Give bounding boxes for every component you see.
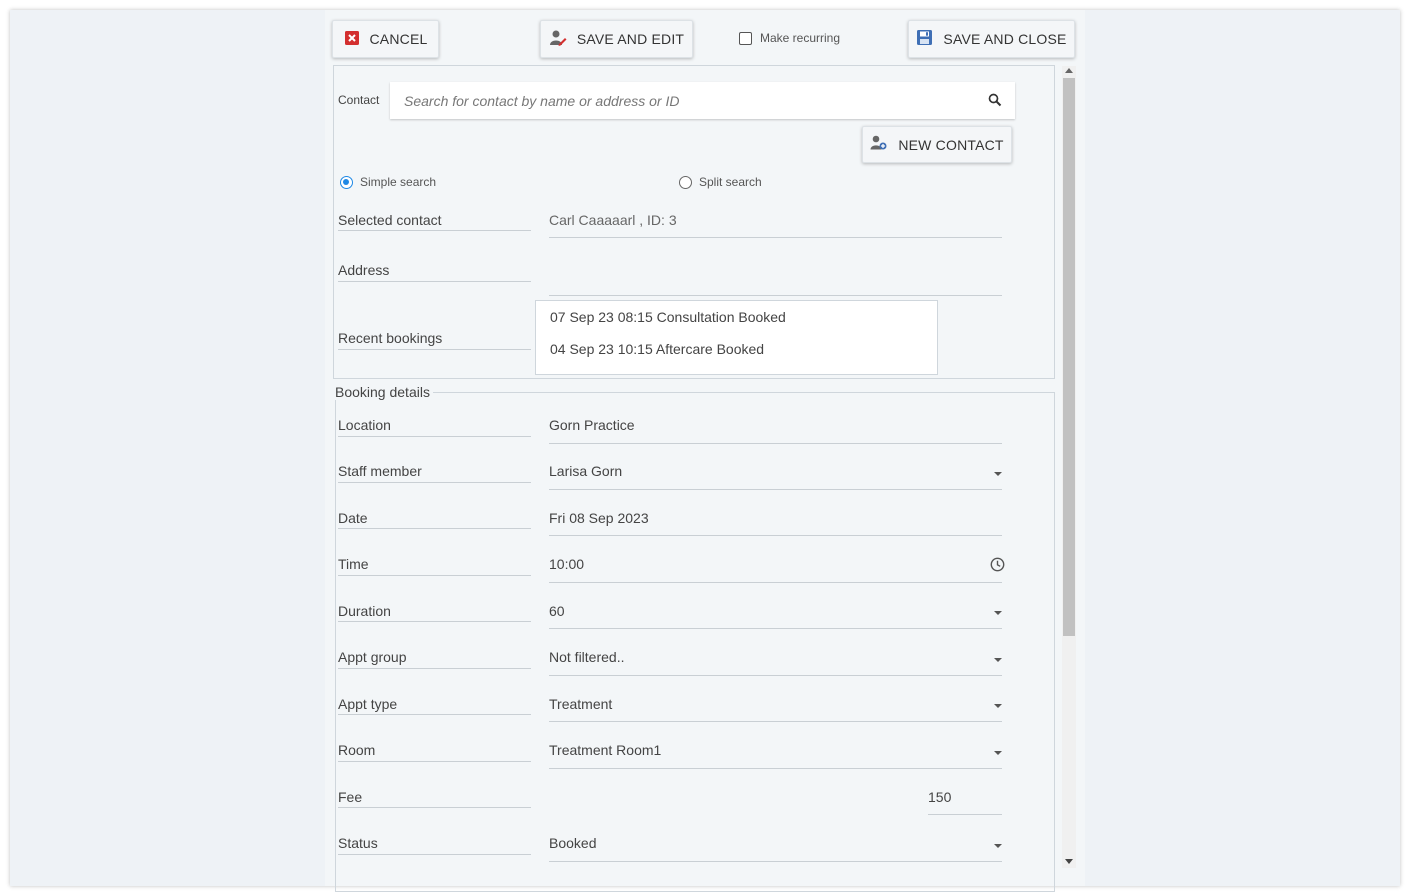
field-underline	[338, 807, 531, 808]
radio-unselected[interactable]	[679, 175, 692, 189]
radio-selected[interactable]	[340, 175, 353, 189]
split-search-radio[interactable]: Split search	[679, 175, 762, 189]
date-label: Date	[338, 510, 368, 526]
field-underline	[549, 295, 1002, 296]
field-underline	[338, 230, 531, 231]
field-underline	[338, 349, 531, 350]
scroll-up-icon[interactable]	[1065, 68, 1073, 73]
time-input[interactable]: 10:00	[549, 556, 584, 572]
user-edit-icon	[549, 29, 567, 50]
field-underline	[549, 443, 1002, 444]
floppy-disk-icon	[916, 29, 933, 49]
recent-bookings-list: 07 Sep 23 08:15 Consultation Booked 04 S…	[535, 300, 938, 375]
field-underline	[549, 535, 1002, 536]
list-item[interactable]: 04 Sep 23 10:15 Aftercare Booked	[550, 341, 764, 357]
duration-select[interactable]: 60	[549, 603, 565, 619]
recent-bookings-label: Recent bookings	[338, 330, 443, 346]
field-underline	[338, 621, 531, 622]
cancel-x-icon	[344, 30, 360, 49]
appt-group-label: Appt group	[338, 649, 407, 665]
status-select[interactable]: Booked	[549, 835, 596, 851]
contact-search-input[interactable]	[402, 90, 966, 112]
make-recurring-label: Make recurring	[760, 31, 841, 45]
scrollbar-thumb[interactable]	[1063, 78, 1075, 636]
field-underline	[549, 582, 1002, 583]
make-recurring-checkbox[interactable]: Make recurring	[739, 31, 840, 45]
split-search-label: Split search	[699, 175, 762, 189]
field-underline	[338, 436, 531, 437]
contact-search-box[interactable]	[390, 82, 1015, 119]
status-label: Status	[338, 835, 378, 851]
field-underline	[338, 714, 531, 715]
room-label: Room	[338, 742, 376, 758]
field-underline	[338, 281, 531, 282]
duration-label: Duration	[338, 603, 391, 619]
caret-down-icon[interactable]	[994, 751, 1002, 755]
save-and-edit-label: SAVE AND EDIT	[576, 31, 685, 47]
booking-details-fieldset	[335, 392, 1055, 892]
address-label: Address	[338, 262, 390, 278]
field-underline	[549, 768, 1002, 769]
fee-input[interactable]: 150	[928, 789, 951, 805]
appt-type-select[interactable]: Treatment	[549, 696, 612, 712]
fee-label: Fee	[338, 789, 363, 805]
cancel-label: CANCEL	[369, 31, 428, 47]
simple-search-radio[interactable]: Simple search	[340, 175, 436, 189]
room-select[interactable]: Treatment Room1	[549, 742, 661, 758]
booking-details-legend: Booking details	[335, 384, 433, 400]
selected-contact-value: Carl Caaaaarl , ID: 3	[549, 212, 677, 228]
appt-type-label: Appt type	[338, 696, 398, 712]
staff-member-select[interactable]: Larisa Gorn	[549, 463, 622, 479]
time-label: Time	[338, 556, 369, 572]
location-value: Gorn Practice	[549, 417, 635, 433]
field-underline	[338, 482, 531, 483]
field-underline	[928, 814, 1002, 815]
contact-label: Contact	[338, 93, 380, 107]
location-label: Location	[338, 417, 391, 433]
simple-search-label: Simple search	[360, 175, 437, 189]
caret-down-icon[interactable]	[994, 658, 1002, 662]
scroll-down-icon[interactable]	[1065, 859, 1073, 864]
date-input[interactable]: Fri 08 Sep 2023	[549, 510, 649, 526]
selected-contact-label: Selected contact	[338, 212, 442, 228]
caret-down-icon[interactable]	[994, 611, 1002, 615]
field-underline	[549, 237, 1002, 238]
new-contact-label: NEW CONTACT	[898, 136, 1004, 153]
field-underline	[549, 721, 1002, 722]
checkbox-box[interactable]	[739, 31, 752, 45]
save-and-edit-button[interactable]: SAVE AND EDIT	[540, 20, 693, 58]
save-and-close-button[interactable]: SAVE AND CLOSE	[908, 20, 1075, 58]
field-underline	[338, 668, 531, 669]
field-underline	[549, 675, 1002, 676]
cancel-button[interactable]: CANCEL	[332, 20, 439, 58]
new-contact-button[interactable]: NEW CONTACT	[862, 126, 1012, 163]
field-underline	[338, 761, 531, 762]
caret-down-icon[interactable]	[994, 844, 1002, 848]
caret-down-icon[interactable]	[994, 472, 1002, 476]
field-underline	[338, 854, 531, 855]
field-underline	[338, 575, 531, 576]
caret-down-icon[interactable]	[994, 704, 1002, 708]
list-item[interactable]: 07 Sep 23 08:15 Consultation Booked	[550, 309, 786, 325]
save-and-close-label: SAVE AND CLOSE	[943, 31, 1067, 47]
search-icon[interactable]	[988, 93, 1002, 112]
field-underline	[549, 861, 1002, 862]
staff-member-label: Staff member	[338, 463, 422, 479]
field-underline	[549, 628, 1002, 629]
field-underline	[338, 528, 531, 529]
clock-icon[interactable]	[990, 557, 1005, 577]
field-underline	[549, 489, 1002, 490]
user-add-icon	[870, 135, 888, 154]
appt-group-select[interactable]: Not filtered..	[549, 649, 624, 665]
